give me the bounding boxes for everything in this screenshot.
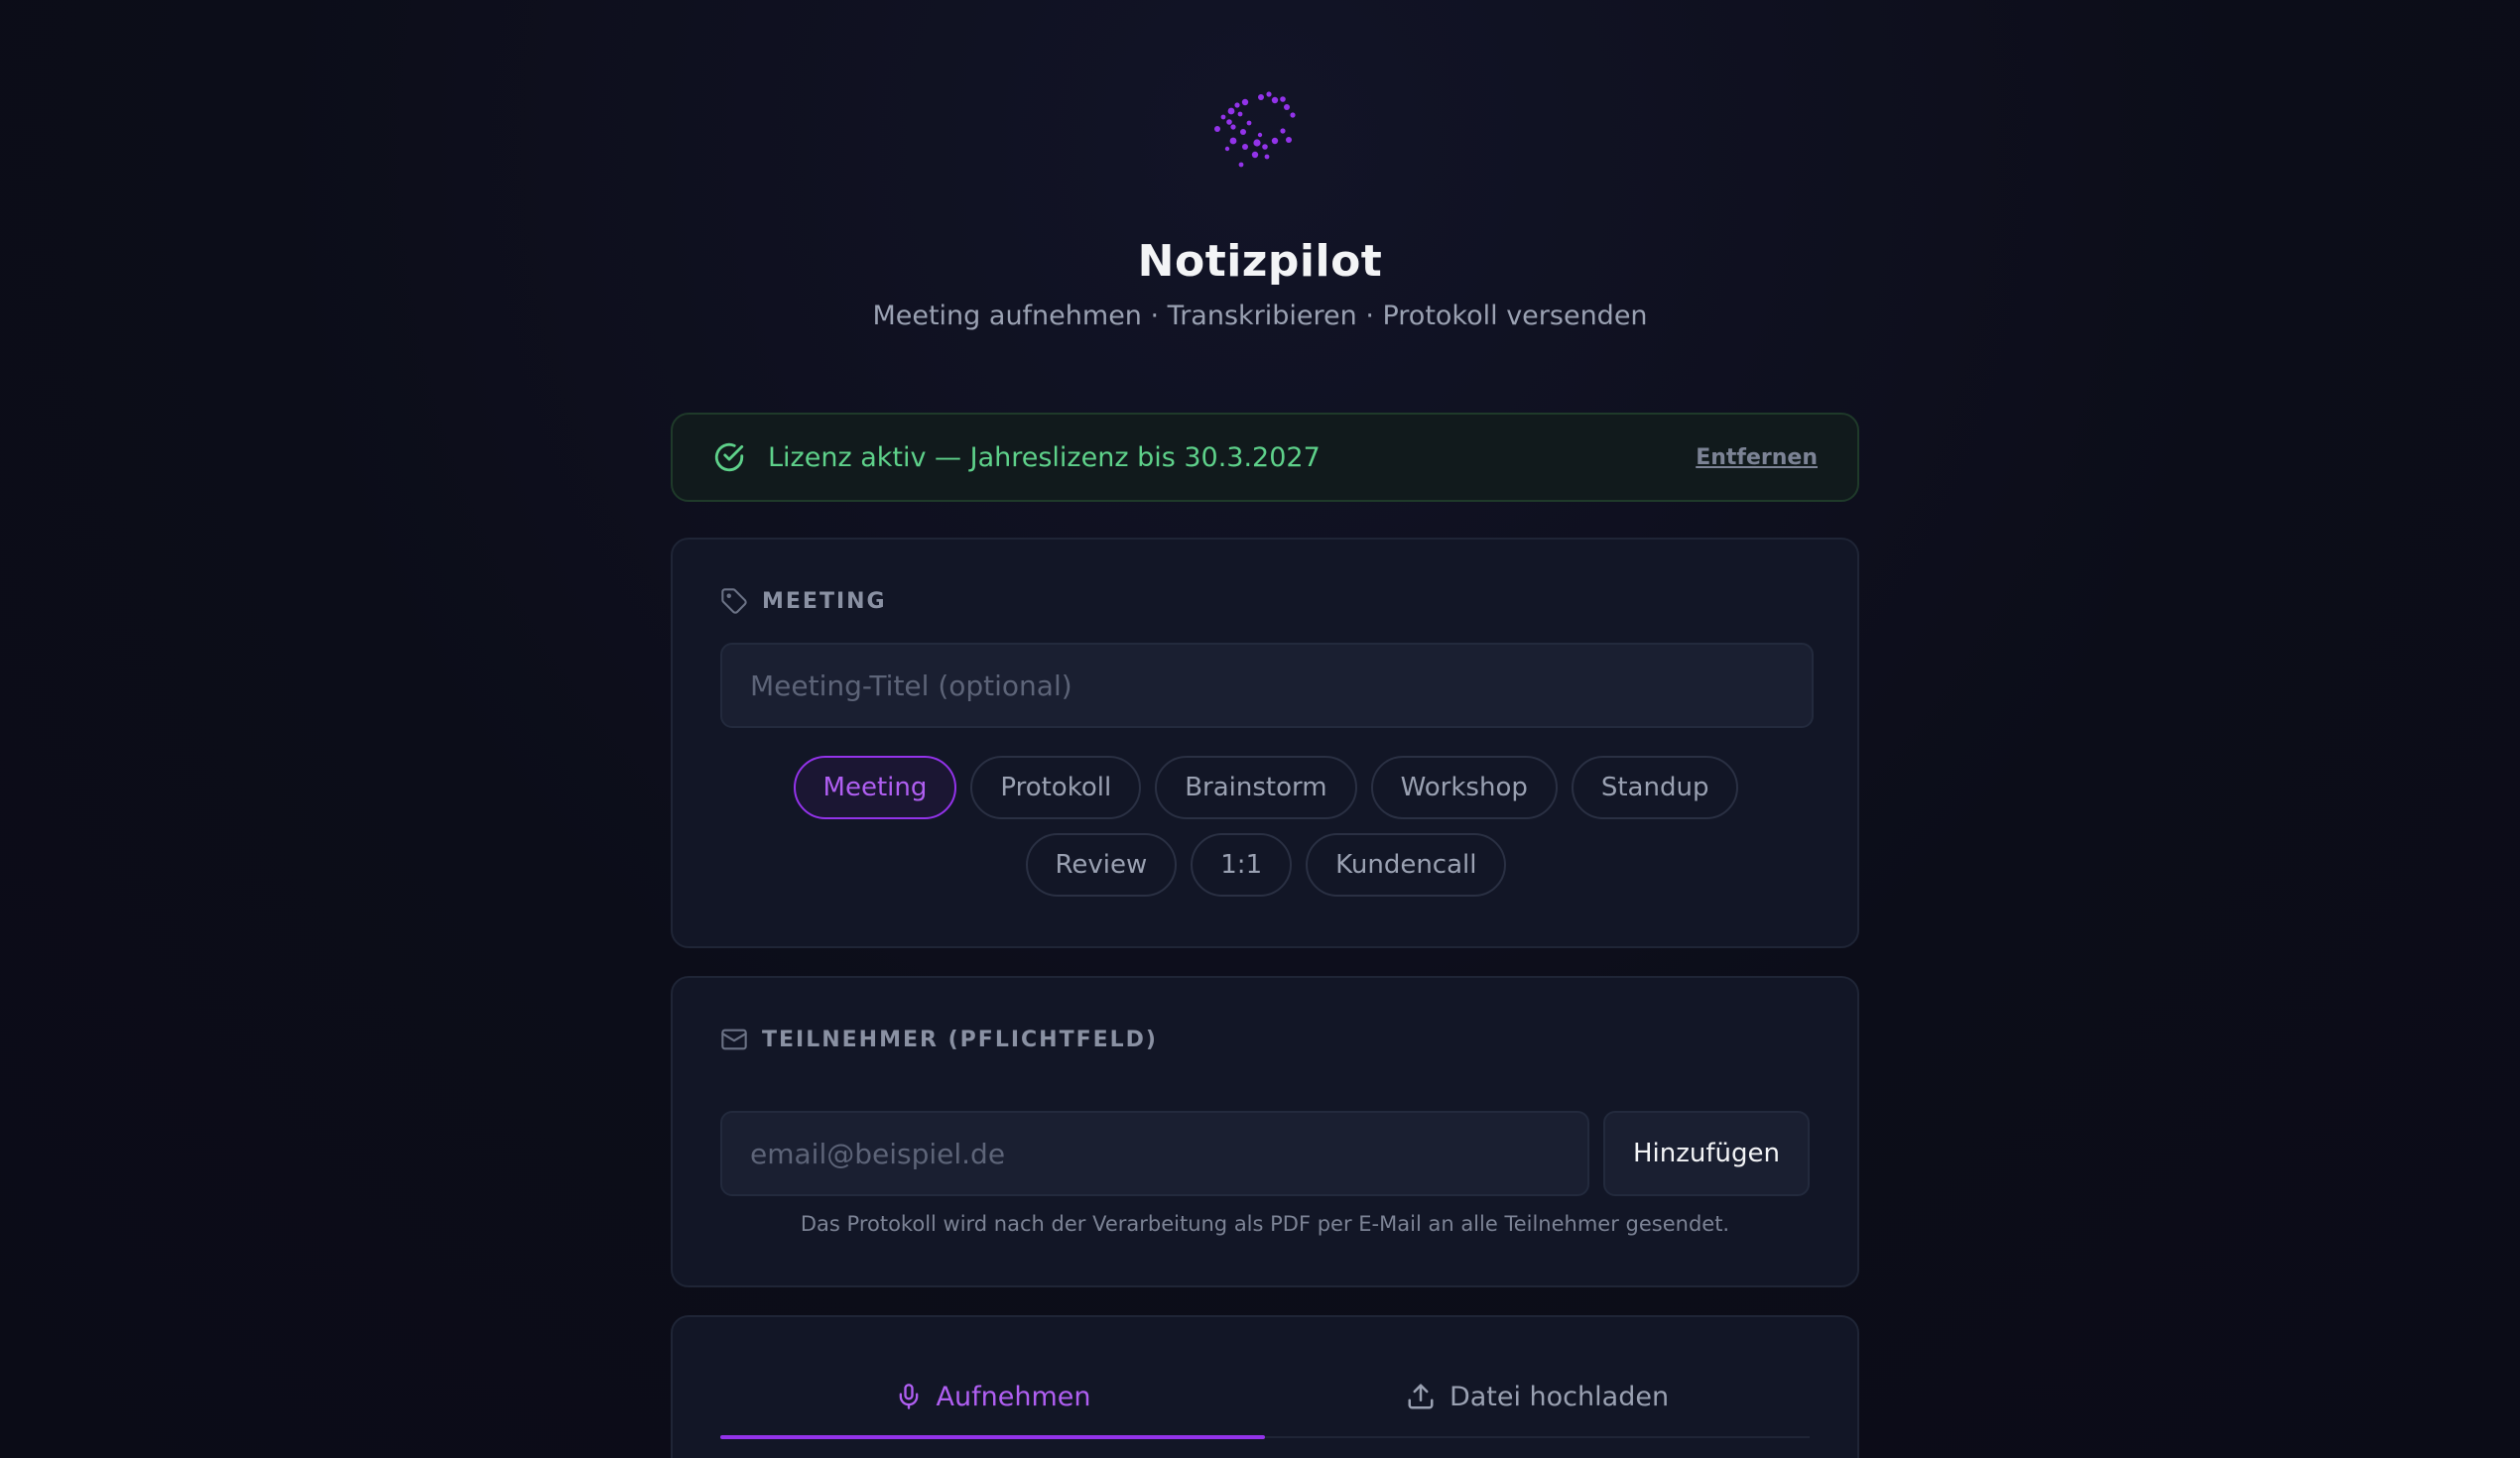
tab-upload[interactable]: Datei hochladen (1265, 1357, 1810, 1436)
tag-brainstorm[interactable]: Brainstorm (1155, 756, 1357, 819)
email-input[interactable]: email@beispiel.de (720, 1111, 1589, 1196)
logo-icon (1214, 91, 1296, 168)
meeting-section-label: MEETING (720, 587, 887, 615)
upload-icon (1408, 1384, 1434, 1409)
meeting-type-tags: Meeting Protokoll Brainstorm Workshop St… (720, 756, 1812, 897)
license-status: Lizenz aktiv — Jahreslizenz bis 30.3.202… (768, 441, 1321, 473)
check-circle-icon (714, 442, 744, 472)
tab-record-label: Aufnehmen (936, 1381, 1091, 1412)
tag-workshop[interactable]: Workshop (1370, 756, 1558, 819)
participants-hint: Das Protokoll wird nach der Verarbeitung… (800, 1212, 1730, 1236)
app-header: Notizpilot Meeting aufnehmen · Transkrib… (0, 85, 2520, 331)
tag-kundencall[interactable]: Kundencall (1306, 833, 1507, 897)
meeting-card: MEETING Meeting-Titel (optional) Meeting… (671, 538, 1859, 948)
microphone-icon (899, 1384, 918, 1409)
meeting-title-input[interactable]: Meeting-Titel (optional) (720, 643, 1814, 728)
license-banner: Lizenz aktiv — Jahreslizenz bis 30.3.202… (671, 413, 1859, 502)
tag-protokoll[interactable]: Protokoll (970, 756, 1142, 819)
participants-card: TEILNEHMER (PFLICHTFELD) email@beispiel.… (671, 976, 1859, 1287)
tab-upload-label: Datei hochladen (1449, 1381, 1670, 1412)
meeting-label-text: MEETING (762, 588, 887, 614)
remove-license-link[interactable]: Entfernen (1696, 445, 1818, 470)
add-participant-button[interactable]: Hinzufügen (1603, 1111, 1810, 1196)
mail-icon (721, 1029, 747, 1050)
tag-meeting[interactable]: Meeting (793, 756, 957, 819)
app-title: Notizpilot (1137, 236, 1383, 287)
tag-icon (721, 588, 747, 614)
page: Notizpilot Meeting aufnehmen · Transkrib… (0, 0, 2520, 1458)
input-mode-tabs: Aufnehmen Datei hochladen (720, 1357, 1810, 1439)
tag-one-on-one[interactable]: 1:1 (1191, 833, 1293, 897)
tag-standup[interactable]: Standup (1571, 756, 1739, 819)
participants-label-text: TEILNEHMER (PFLICHTFELD) (762, 1027, 1158, 1052)
tag-review[interactable]: Review (1025, 833, 1178, 897)
input-mode-card: Aufnehmen Datei hochladen (671, 1315, 1859, 1458)
tab-record[interactable]: Aufnehmen (720, 1357, 1265, 1439)
app-subtitle: Meeting aufnehmen · Transkribieren · Pro… (872, 301, 1648, 331)
participants-section-label: TEILNEHMER (PFLICHTFELD) (720, 1026, 1158, 1053)
